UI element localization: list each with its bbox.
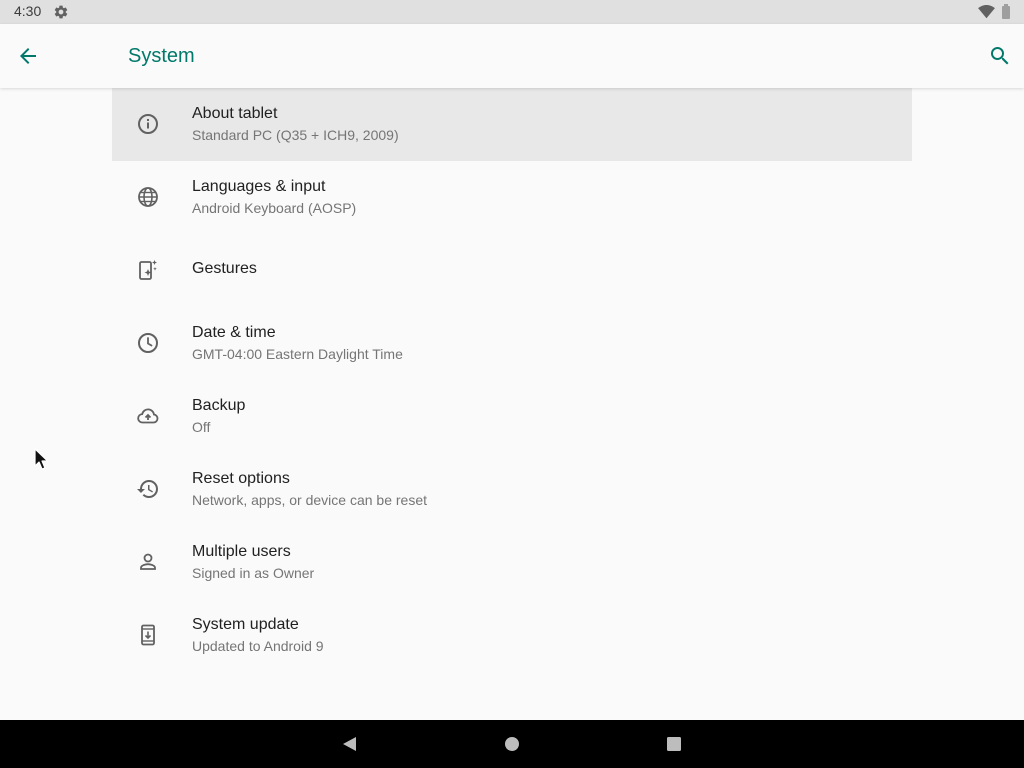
item-summary: Android Keyboard (AOSP) — [192, 200, 357, 216]
status-bar: 4:30 — [0, 0, 1024, 24]
settings-item-reset-options[interactable]: Reset options Network, apps, or device c… — [112, 453, 912, 526]
battery-icon — [1002, 4, 1010, 19]
search-icon[interactable] — [988, 44, 1012, 68]
item-title: Date & time — [192, 324, 276, 341]
item-summary: GMT-04:00 Eastern Daylight Time — [192, 346, 403, 362]
settings-item-languages-input[interactable]: Languages & input Android Keyboard (AOSP… — [112, 161, 912, 234]
settings-item-multiple-users[interactable]: Multiple users Signed in as Owner — [112, 526, 912, 599]
nav-back-icon[interactable] — [340, 734, 360, 754]
system-update-icon — [141, 624, 155, 646]
item-summary: Updated to Android 9 — [192, 638, 324, 654]
gestures-phone-icon — [139, 260, 157, 280]
item-title: System update — [192, 616, 299, 633]
nav-recents-icon[interactable] — [664, 734, 684, 754]
item-summary: Standard PC (Q35 + ICH9, 2009) — [192, 127, 399, 143]
item-title: Multiple users — [192, 543, 291, 560]
gear-icon — [54, 5, 68, 19]
item-title: Reset options — [192, 470, 290, 487]
clock-icon — [138, 333, 158, 353]
item-title: Gestures — [192, 260, 257, 277]
settings-item-backup[interactable]: Backup Off — [112, 380, 912, 453]
settings-item-date-time[interactable]: Date & time GMT-04:00 Eastern Daylight T… — [112, 307, 912, 380]
item-title: Languages & input — [192, 178, 326, 195]
history-icon — [137, 480, 158, 498]
wifi-icon — [978, 5, 995, 19]
nav-home-icon[interactable] — [502, 734, 522, 754]
settings-item-gestures[interactable]: Gestures — [112, 234, 912, 307]
item-summary: Network, apps, or device can be reset — [192, 492, 428, 508]
mouse-cursor-icon — [34, 448, 49, 470]
item-summary: Off — [192, 419, 211, 435]
cloud-upload-icon — [137, 408, 159, 424]
settings-item-about-tablet[interactable]: About tablet Standard PC (Q35 + ICH9, 20… — [112, 88, 912, 161]
app-bar: System — [0, 24, 1024, 88]
arrow-back-icon[interactable] — [16, 44, 40, 68]
page-title: System — [128, 45, 195, 67]
person-icon — [140, 553, 156, 570]
info-icon — [138, 114, 158, 134]
item-summary: Signed in as Owner — [192, 565, 315, 581]
status-time: 4:30 — [14, 3, 42, 19]
navigation-bar — [0, 720, 1024, 768]
settings-list: About tablet Standard PC (Q35 + ICH9, 20… — [112, 88, 912, 672]
item-title: About tablet — [192, 105, 278, 122]
item-title: Backup — [192, 397, 246, 414]
globe-icon — [138, 187, 158, 207]
settings-item-system-update[interactable]: System update Updated to Android 9 — [112, 599, 912, 672]
